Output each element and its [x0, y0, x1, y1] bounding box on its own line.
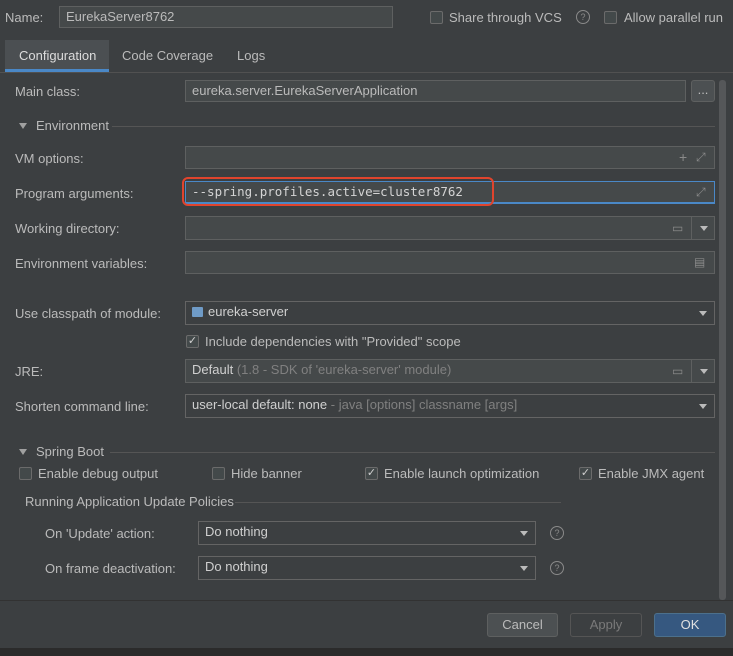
cancel-button[interactable]: Cancel — [487, 613, 558, 637]
share-vcs-checkbox[interactable] — [430, 11, 443, 24]
shorten-command-label: Shorten command line: — [15, 399, 149, 414]
tab-code-coverage-label: Code Coverage — [122, 48, 214, 63]
expand-icon[interactable]: ⤢ — [696, 185, 706, 199]
name-field[interactable]: EurekaServer8762 — [59, 6, 393, 28]
jre-select[interactable]: Default (1.8 - SDK of 'eureka-server' mo… — [185, 359, 715, 383]
include-deps-label: Include dependencies with "Provided" sco… — [205, 334, 461, 349]
enable-debug-label: Enable debug output — [38, 466, 158, 481]
main-class-label: Main class: — [15, 84, 81, 99]
environment-collapse-icon[interactable] — [19, 123, 27, 129]
include-deps-checkbox[interactable]: ✓ — [186, 335, 199, 348]
jmx-agent-checkbox[interactable]: ✓ — [579, 467, 592, 480]
vm-options-label: VM options: — [15, 151, 84, 166]
update-action-label: On 'Update' action: — [45, 526, 155, 541]
expand-icon[interactable]: ⤢ — [696, 150, 706, 164]
jmx-agent-label: Enable JMX agent — [598, 466, 705, 481]
enable-debug-checkbox[interactable] — [19, 467, 32, 480]
chevron-down-icon[interactable] — [520, 531, 528, 536]
hide-banner-checkbox[interactable] — [212, 467, 225, 480]
working-directory-field[interactable]: ▭ — [185, 216, 715, 240]
vm-options-field[interactable]: + ⤢ — [185, 146, 715, 169]
shorten-command-select[interactable]: user-local default: none - java [options… — [185, 394, 715, 418]
shorten-command-hint: - java [options] classname [args] — [330, 397, 518, 412]
launch-optimization-label: Enable launch optimization — [384, 466, 540, 481]
tab-configuration[interactable]: Configuration — [5, 40, 109, 72]
help-icon[interactable]: ? — [576, 10, 590, 24]
chevron-down-icon[interactable] — [699, 404, 707, 409]
tab-divider — [0, 72, 733, 73]
classpath-value: eureka-server — [208, 304, 289, 319]
environment-variables-field[interactable]: ▤ — [185, 251, 715, 274]
chevron-down-icon[interactable] — [520, 566, 528, 571]
jre-value: Default — [192, 362, 234, 377]
add-icon[interactable]: + — [679, 150, 687, 164]
classpath-select[interactable]: eureka-server — [185, 301, 715, 325]
chevron-down-icon[interactable] — [700, 369, 708, 374]
frame-deactivation-value: Do nothing — [205, 559, 268, 574]
update-policies-separator — [235, 502, 561, 503]
footer-divider — [0, 600, 733, 601]
frame-deactivation-select[interactable]: Do nothing — [198, 556, 536, 580]
spring-boot-section-label: Spring Boot — [36, 444, 104, 459]
tab-configuration-label: Configuration — [19, 48, 97, 63]
ok-button[interactable]: OK — [654, 613, 726, 637]
main-class-browse-button[interactable]: ... — [691, 80, 715, 102]
frame-deactivation-label: On frame deactivation: — [45, 561, 176, 576]
update-action-select[interactable]: Do nothing — [198, 521, 536, 545]
update-action-value: Do nothing — [205, 524, 268, 539]
main-class-field[interactable]: eureka.server.EurekaServerApplication — [185, 80, 686, 102]
chevron-down-icon[interactable] — [700, 226, 708, 231]
folder-icon[interactable]: ▭ — [672, 364, 683, 378]
dropdown-divider — [691, 217, 692, 239]
apply-button[interactable]: Apply — [570, 613, 642, 637]
window-bottom-edge — [0, 648, 733, 656]
environment-section-label: Environment — [36, 118, 109, 133]
help-icon[interactable]: ? — [550, 526, 564, 540]
allow-parallel-checkbox[interactable] — [604, 11, 617, 24]
classpath-label: Use classpath of module: — [15, 306, 161, 321]
shorten-command-value: user-local default: none — [192, 397, 328, 412]
allow-parallel-label: Allow parallel run — [624, 10, 723, 25]
tab-logs-label: Logs — [237, 48, 266, 63]
hide-banner-label: Hide banner — [231, 466, 302, 481]
folder-icon[interactable]: ▭ — [672, 221, 683, 235]
chevron-down-icon[interactable] — [699, 311, 707, 316]
highlight-box — [182, 177, 494, 206]
working-directory-label: Working directory: — [15, 221, 120, 236]
scrollbar[interactable] — [719, 80, 726, 600]
tab-logs[interactable]: Logs — [225, 40, 280, 72]
update-policies-label: Running Application Update Policies — [25, 494, 234, 509]
share-vcs-label: Share through VCS — [449, 10, 562, 25]
help-icon[interactable]: ? — [550, 561, 564, 575]
jre-label: JRE: — [15, 364, 44, 379]
dropdown-divider — [691, 360, 692, 382]
module-icon — [192, 307, 203, 317]
environment-separator — [112, 126, 715, 127]
jre-hint: (1.8 - SDK of 'eureka-server' module) — [236, 362, 452, 377]
name-label: Name: — [5, 10, 44, 25]
environment-variables-label: Environment variables: — [15, 256, 148, 271]
tab-code-coverage[interactable]: Code Coverage — [110, 40, 222, 72]
spring-boot-separator — [110, 452, 715, 453]
launch-optimization-checkbox[interactable]: ✓ — [365, 467, 378, 480]
spring-boot-collapse-icon[interactable] — [19, 449, 27, 455]
document-icon[interactable]: ▤ — [694, 255, 705, 269]
program-arguments-label: Program arguments: — [15, 186, 134, 201]
